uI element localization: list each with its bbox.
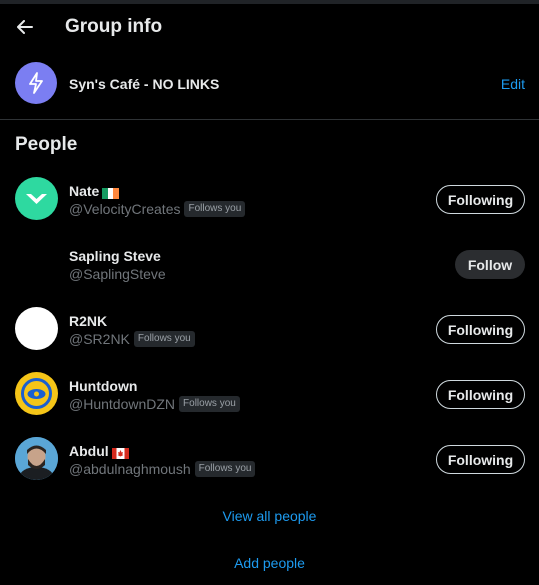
group-summary: Syn's Café - NO LINKS Edit <box>0 52 539 118</box>
follows-you-badge: Follows you <box>133 331 195 347</box>
member-handle: @abdulnaghmoush <box>69 461 191 477</box>
follows-you-badge: Follows you <box>179 396 240 412</box>
list-item[interactable]: Sapling Steve @SaplingSteve Follow <box>0 232 539 297</box>
add-people-link[interactable]: Add people <box>0 555 539 571</box>
canada-flag-icon <box>111 446 129 459</box>
list-item[interactable]: Abdul @abdulnaghmoush Follows you Follow… <box>0 427 539 492</box>
member-name: Nate <box>69 183 120 199</box>
avatar <box>15 242 58 285</box>
follow-button[interactable]: Follow <box>455 250 525 279</box>
member-handle: @SR2NK <box>69 331 130 347</box>
member-handle-row: @abdulnaghmoush Follows you <box>69 461 256 477</box>
following-button[interactable]: Following <box>436 380 525 409</box>
avatar <box>15 307 58 350</box>
avatar <box>15 372 58 415</box>
following-button[interactable]: Following <box>436 185 525 214</box>
member-handle-row: @VelocityCreates Follows you <box>69 201 246 217</box>
list-item[interactable]: R2NK @SR2NK Follows you Following <box>0 297 539 362</box>
group-avatar <box>15 62 57 104</box>
list-item[interactable]: Nate @VelocityCreates Follows you Follow… <box>0 167 539 232</box>
list-item[interactable]: Huntdown @HuntdownDZN Follows you Follow… <box>0 362 539 427</box>
following-button[interactable]: Following <box>436 315 525 344</box>
avatar <box>15 437 58 480</box>
header: Group info <box>0 4 539 51</box>
member-handle: @VelocityCreates <box>69 201 181 217</box>
follows-you-badge: Follows you <box>184 201 246 217</box>
lightning-bolt-icon <box>29 72 43 94</box>
member-handle: @SaplingSteve <box>69 266 166 282</box>
following-button[interactable]: Following <box>436 445 525 474</box>
member-handle-row: @SR2NK Follows you <box>69 331 195 347</box>
back-arrow-icon <box>17 20 33 34</box>
divider <box>0 119 539 120</box>
member-handle-row: @SaplingSteve <box>69 266 166 282</box>
edit-group-button[interactable]: Edit <box>501 76 525 92</box>
follows-you-badge: Follows you <box>194 461 256 477</box>
member-name: Abdul <box>69 443 129 459</box>
member-handle-row: @HuntdownDZN Follows you <box>69 396 240 412</box>
back-button[interactable] <box>12 12 38 42</box>
ireland-flag-icon <box>102 186 120 199</box>
member-name: Huntdown <box>69 378 138 394</box>
avatar <box>15 177 58 220</box>
people-section-title: People <box>15 134 78 155</box>
page-title: Group info <box>65 16 163 37</box>
member-name: Sapling Steve <box>69 248 161 264</box>
member-handle: @HuntdownDZN <box>69 396 176 412</box>
member-name: R2NK <box>69 313 108 329</box>
view-all-people-link[interactable]: View all people <box>0 508 539 524</box>
group-name: Syn's Café - NO LINKS <box>69 76 220 92</box>
